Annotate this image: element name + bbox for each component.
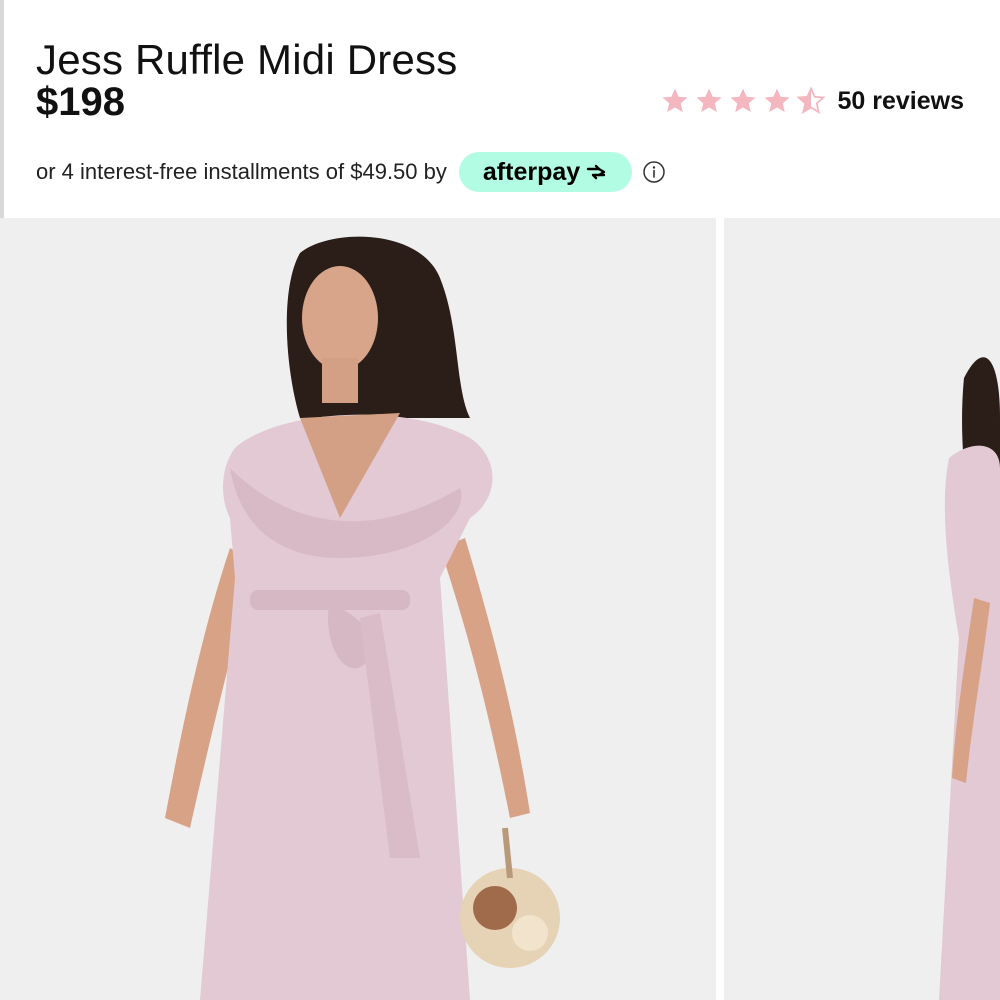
reviews-link[interactable]: 50 reviews <box>838 87 965 116</box>
product-photo-front[interactable] <box>0 218 716 1000</box>
product-image-gallery[interactable] <box>0 218 1000 1000</box>
product-price: $198 <box>36 80 125 124</box>
installments-text: or 4 interest-free installments of $49.5… <box>36 159 447 184</box>
star-rating <box>660 86 826 116</box>
installments-row: or 4 interest-free installments of $49.5… <box>36 152 666 192</box>
product-title: Jess Ruffle Midi Dress <box>36 36 458 84</box>
info-icon[interactable] <box>642 160 666 184</box>
star-full-icon <box>660 86 690 116</box>
star-half-icon <box>795 86 826 116</box>
afterpay-badge[interactable]: afterpay <box>458 152 633 192</box>
star-full-icon <box>694 86 724 116</box>
afterpay-label: afterpay <box>482 157 581 186</box>
product-photo-dress-front <box>0 218 716 1000</box>
star-full-icon <box>762 86 792 116</box>
rating-summary[interactable]: 50 reviews <box>660 86 965 116</box>
product-photo-side[interactable] <box>724 218 1000 1000</box>
afterpay-arrows-icon <box>586 164 606 180</box>
star-full-icon <box>728 86 758 116</box>
product-photo-dress-side <box>724 218 1000 1000</box>
